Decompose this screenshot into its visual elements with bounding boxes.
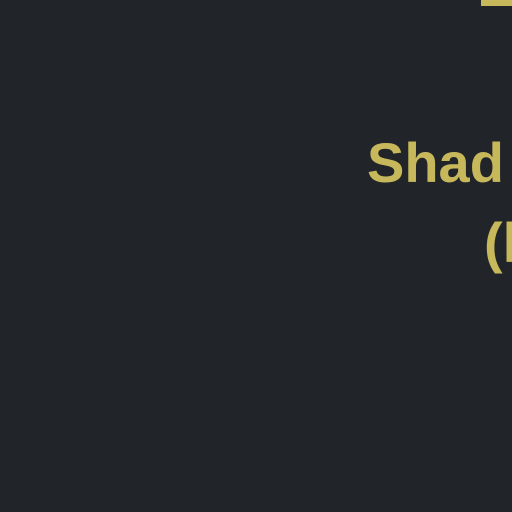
page-canvas: Shad (l [0,0,512,512]
heading-line-1: Shad [367,131,504,194]
heading-line-2: (l [484,211,512,274]
top-accent-bar [481,0,512,6]
